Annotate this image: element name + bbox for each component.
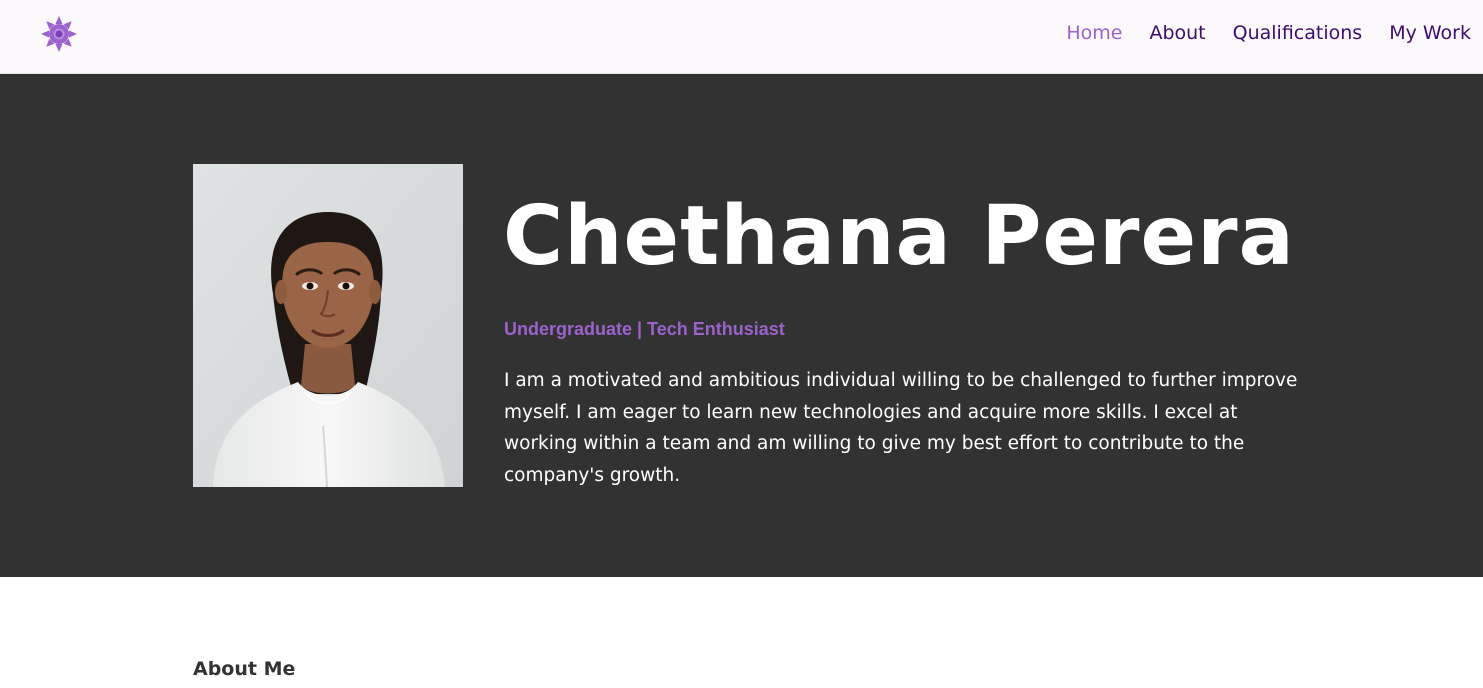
nav-link-qualifications[interactable]: Qualifications	[1233, 22, 1363, 44]
nav-link-about[interactable]: About	[1149, 22, 1205, 44]
nav-link-my-work[interactable]: My Work	[1389, 22, 1471, 44]
hero-name: Chethana Perera	[503, 189, 1295, 284]
hero-section: Chethana Perera Undergraduate | Tech Ent…	[0, 74, 1483, 577]
sun-icon[interactable]	[40, 15, 78, 53]
navbar: Home About Qualifications My Work	[0, 0, 1483, 74]
nav-link-home[interactable]: Home	[1066, 22, 1122, 44]
hero-subtitle: Undergraduate | Tech Enthusiast	[504, 319, 785, 339]
about-me-heading: About Me	[193, 658, 296, 680]
nav-menu: Home About Qualifications My Work	[1066, 0, 1471, 66]
hero-bio: I am a motivated and ambitious individua…	[504, 370, 1298, 486]
profile-photo	[193, 164, 463, 487]
